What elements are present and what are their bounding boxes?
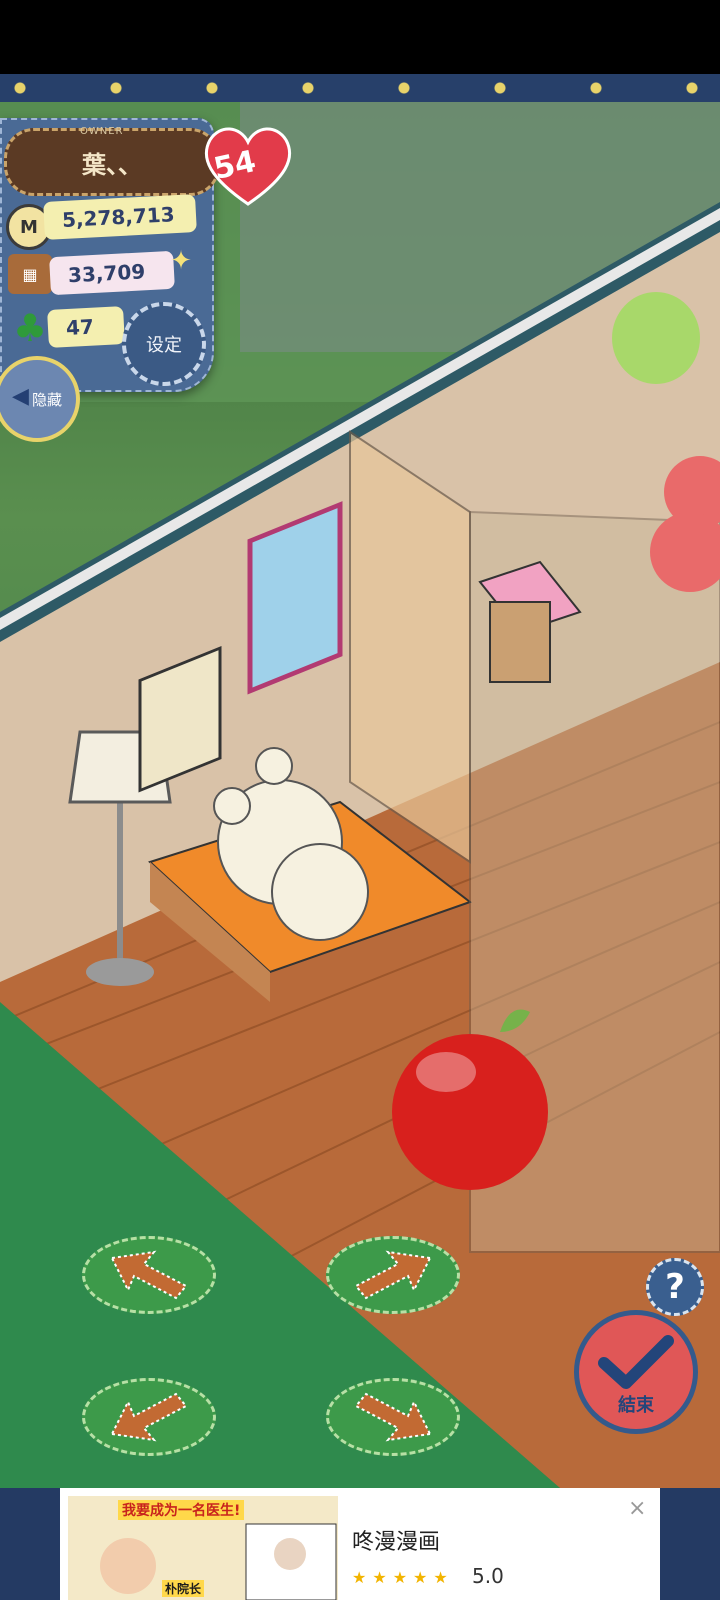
help-label: ? <box>665 1267 685 1307</box>
ad-rating: 5.0 <box>472 1564 504 1588</box>
arrow-left-icon: ◀ <box>12 384 29 409</box>
player-nameplate: 葉、、 <box>4 128 220 196</box>
ad-close-button[interactable]: × <box>628 1496 646 1521</box>
move-up-right-button[interactable] <box>326 1236 460 1314</box>
ad-illustration <box>100 1523 337 1600</box>
checkmark-icon <box>598 1335 674 1389</box>
money-value: 5,278,713 <box>43 194 197 240</box>
top-border-strip <box>0 74 720 102</box>
arrow-down-right-icon <box>354 1392 432 1442</box>
ad-title: 咚漫漫画 <box>352 1530 441 1555</box>
basket-icon: ▦ <box>8 254 52 294</box>
clovers-value: 47 <box>47 306 125 348</box>
hide-label: 隐藏 <box>31 390 62 409</box>
finish-button[interactable]: 結束 <box>574 1310 698 1434</box>
clover-icon: ♣ <box>12 306 48 350</box>
sparkle-icon: ✦ <box>170 246 192 276</box>
settings-button[interactable]: 设定 <box>122 302 206 386</box>
ad-image[interactable]: 我要成为一名医生! 朴院长 <box>68 1496 338 1600</box>
arrow-up-left-icon <box>110 1250 188 1300</box>
items-value: 33,709 <box>49 250 175 296</box>
ad-stars: ★★★★★ <box>352 1568 454 1587</box>
arrow-up-right-icon <box>354 1250 432 1300</box>
finish-label: 結束 <box>618 1395 654 1416</box>
status-bar <box>0 0 720 74</box>
help-button[interactable]: ? <box>646 1258 704 1316</box>
move-down-left-button[interactable] <box>82 1378 216 1456</box>
move-up-left-button[interactable] <box>82 1236 216 1314</box>
player-name: 葉、、 <box>82 150 142 179</box>
settings-label: 设定 <box>146 335 182 356</box>
move-down-right-button[interactable] <box>326 1378 460 1456</box>
ad-banner[interactable]: 我要成为一名医生! 朴院长 咚漫漫画 ★★★★★ 5.0 × <box>60 1488 660 1600</box>
arrow-down-left-icon <box>110 1392 188 1442</box>
owner-label: OWNER <box>80 126 124 137</box>
